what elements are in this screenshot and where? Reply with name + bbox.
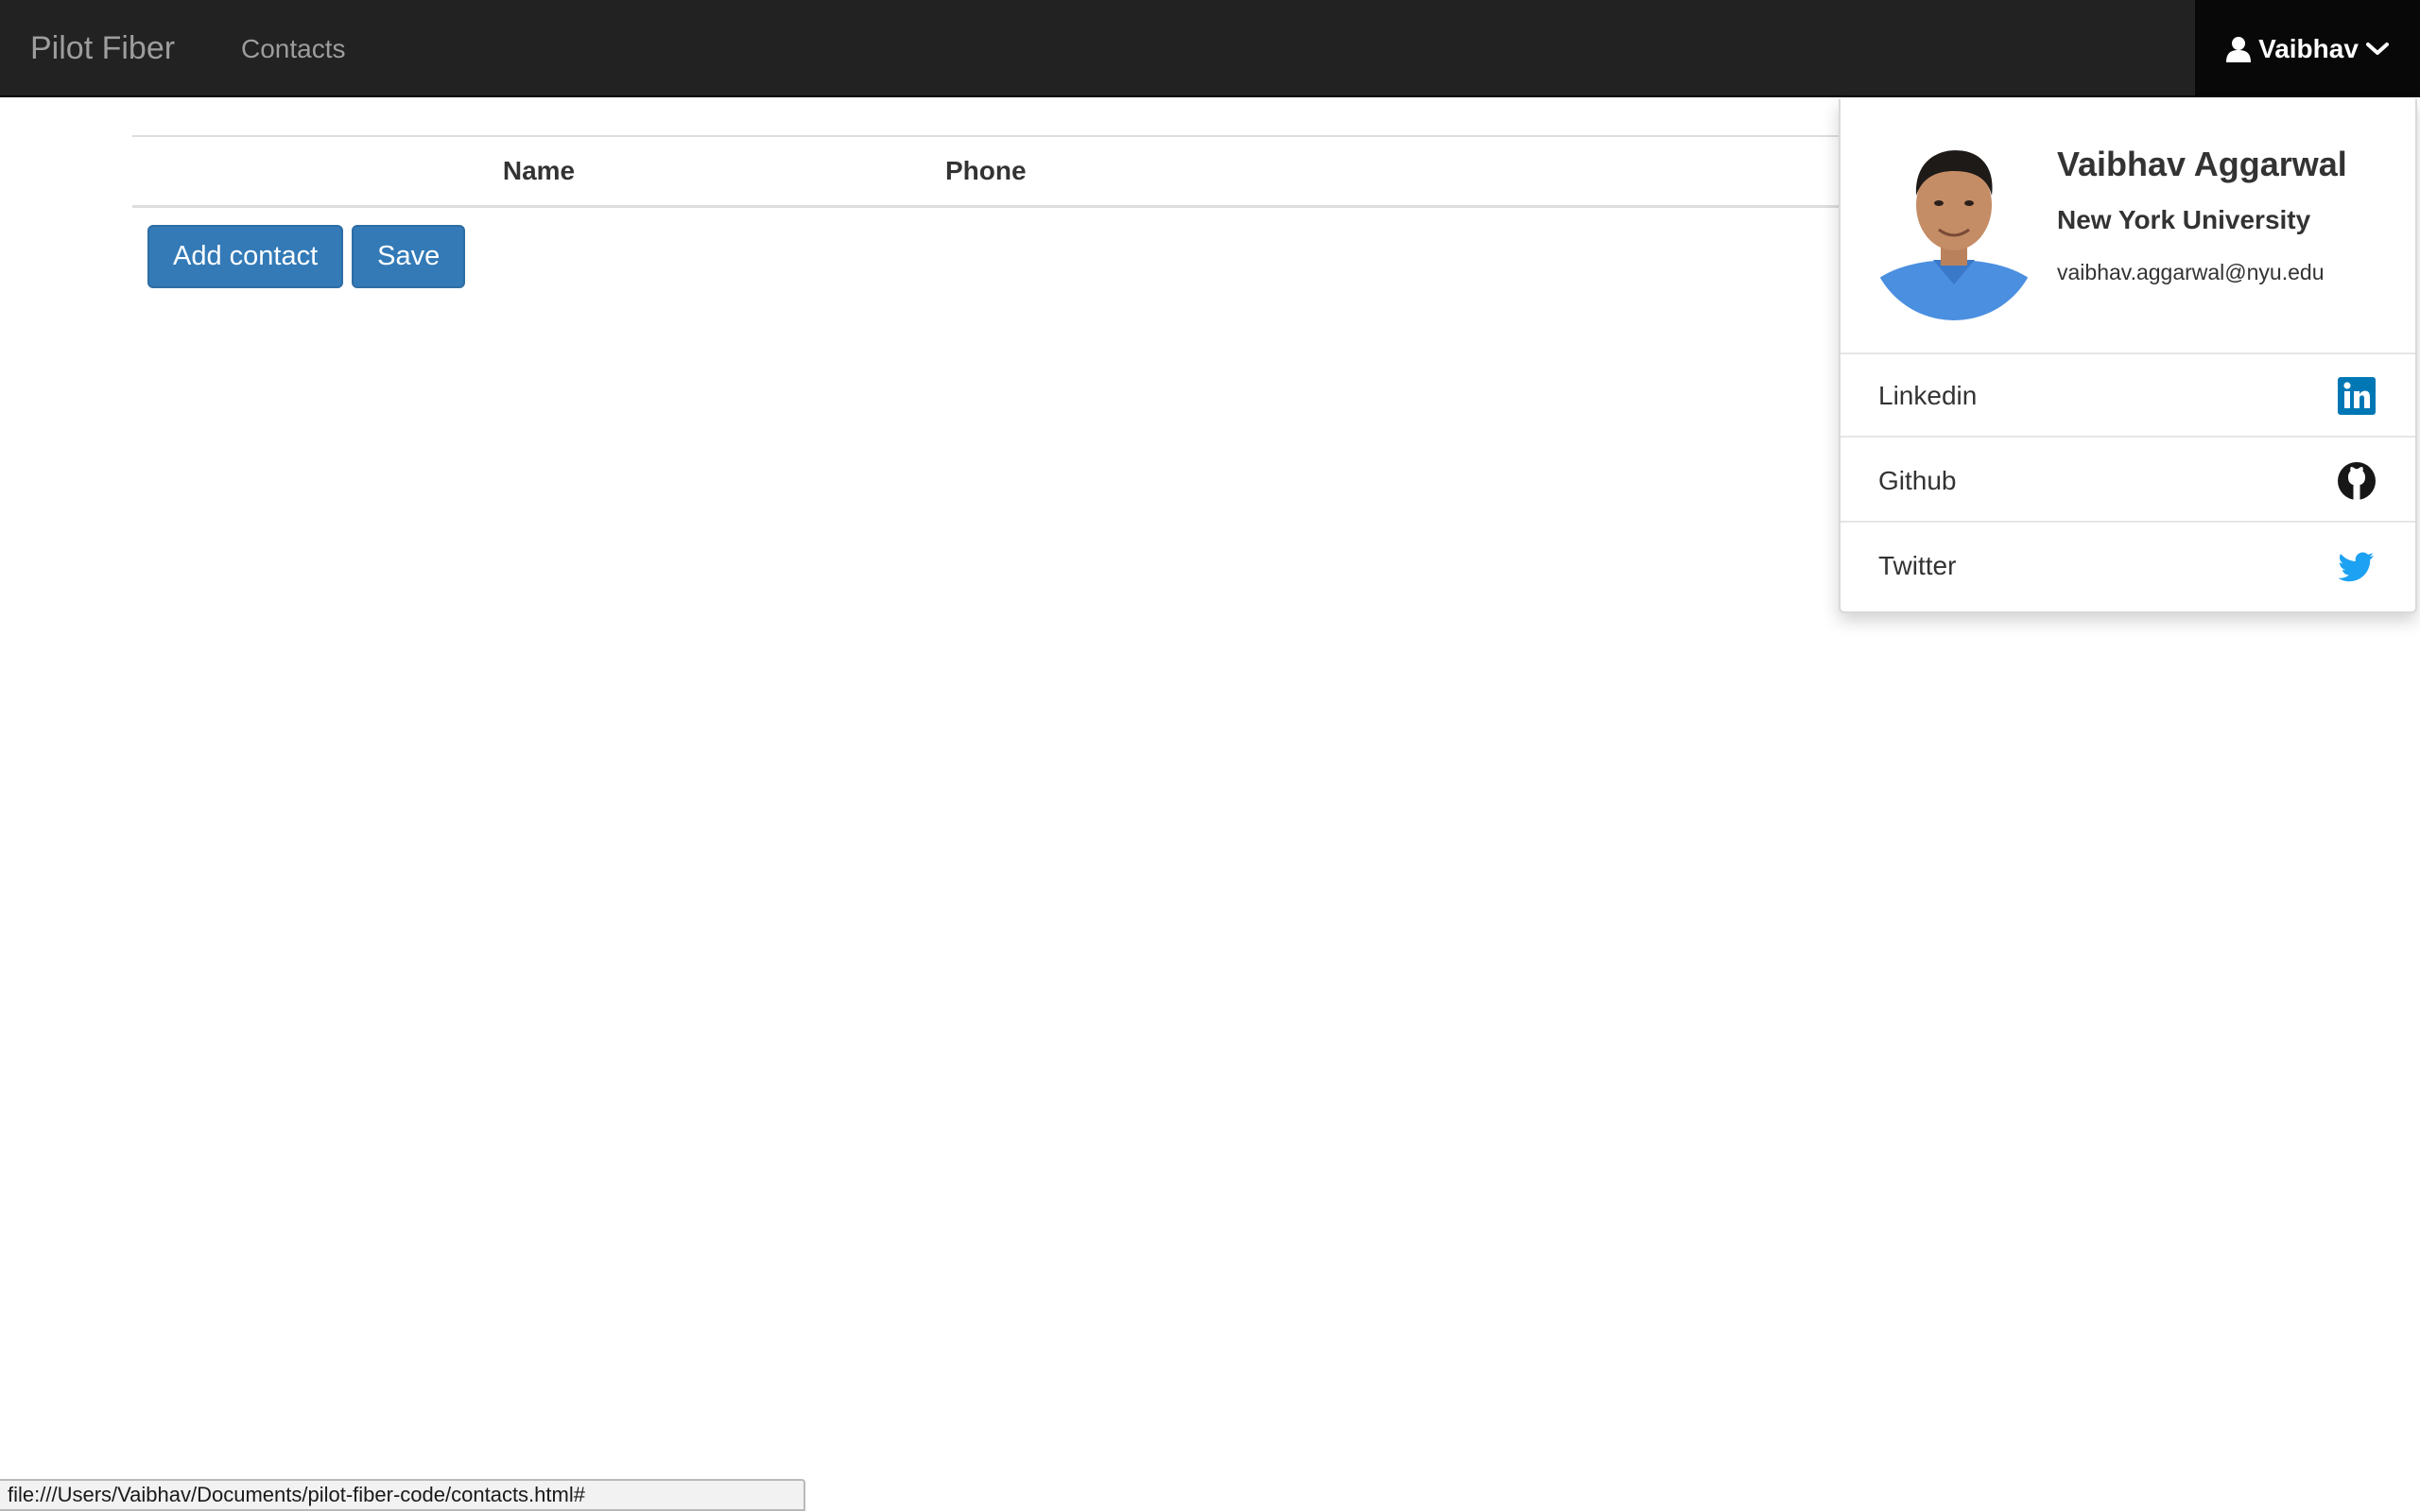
user-menu-toggle[interactable]: Vaibhav [2195,0,2420,97]
browser-status-bar: file:///Users/Vaibhav/Documents/pilot-fi… [0,1479,805,1511]
column-header-name: Name [132,136,945,208]
chevron-down-icon [2365,41,2389,58]
profile-organization: New York University [2057,205,2311,234]
social-label: Twitter [1878,551,1957,580]
add-contact-button[interactable]: Add contact [147,225,344,288]
avatar [1869,126,2039,320]
user-icon [2226,36,2252,62]
social-link-twitter[interactable]: Twitter [1841,524,2415,608]
social-link-github[interactable]: Github [1841,439,2415,523]
twitter-icon [2336,545,2377,587]
nav-link-contacts[interactable]: Contacts [241,0,346,97]
user-menu-label: Vaibhav [2258,33,2359,63]
social-link-linkedin[interactable]: Linkedin [1841,354,2415,438]
social-label: Github [1878,466,1957,495]
user-dropdown-menu: Vaibhav Aggarwal New York University vai… [1839,99,2417,613]
navbar: Pilot Fiber Contacts Vaibhav [0,0,2420,97]
action-buttons: Add contact Save [147,225,466,288]
github-icon [2336,460,2377,502]
profile-name: Vaibhav Aggarwal [2057,145,2347,183]
brand-link[interactable]: Pilot Fiber [30,0,175,97]
save-button[interactable]: Save [352,225,466,288]
profile-email: vaibhav.aggarwal@nyu.edu [2057,260,2325,284]
linkedin-icon [2336,375,2377,417]
profile-card: Vaibhav Aggarwal New York University vai… [1841,99,2415,354]
social-label: Linkedin [1878,381,1978,410]
